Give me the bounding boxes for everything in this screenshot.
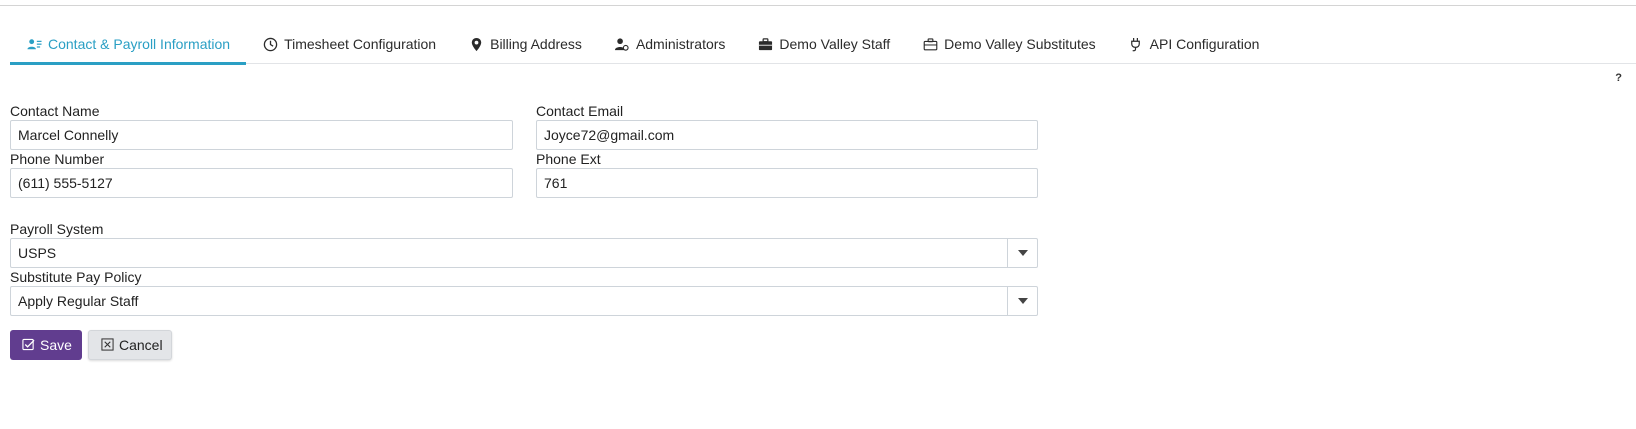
briefcase-icon [757,36,773,52]
tab-administrators[interactable]: Administrators [598,24,741,64]
save-button[interactable]: Save [10,330,82,360]
tab-timesheet-configuration[interactable]: Timesheet Configuration [246,24,452,64]
tab-demo-valley-substitutes[interactable]: Demo Valley Substitutes [906,24,1111,64]
save-label: Save [40,337,72,353]
tab-bar: Contact & Payroll Information Timesheet … [10,24,1636,65]
substitute-pay-policy-value: Apply Regular Staff [18,293,139,309]
tab-label: Contact & Payroll Information [48,36,231,52]
tab-label: Timesheet Configuration [284,36,437,52]
clock-icon [262,36,278,52]
substitute-pay-policy-select[interactable]: Apply Regular Staff [10,286,1038,316]
tab-billing-address[interactable]: Billing Address [452,24,598,64]
payroll-system-label: Payroll System [10,221,104,237]
user-admin-icon [614,36,630,52]
tab-label: Demo Valley Substitutes [944,36,1096,52]
phone-number-label: Phone Number [10,151,105,167]
contact-email-input[interactable]: Joyce72@gmail.com [536,120,1038,150]
tab-label: Administrators [635,36,726,52]
tab-api-configuration[interactable]: API Configuration [1112,24,1276,64]
contact-name-input[interactable]: Marcel Connelly [10,120,513,150]
checkbox-check-icon [22,338,35,352]
phone-ext-input[interactable]: 761 [536,168,1038,198]
phone-number-input[interactable]: (611) 555-5127 [10,168,513,198]
contact-name-label: Contact Name [10,103,100,119]
help-link[interactable]: ? [1615,72,1622,84]
close-box-icon [101,338,114,352]
chevron-down-icon[interactable] [1007,287,1037,315]
tab-label: Demo Valley Staff [779,36,891,52]
cancel-button[interactable]: Cancel [88,330,172,360]
contact-email-label: Contact Email [536,103,624,119]
phone-ext-label: Phone Ext [536,151,601,167]
plug-icon [1128,36,1144,52]
tab-label: Billing Address [490,36,582,52]
cancel-label: Cancel [119,337,163,353]
tab-label: API Configuration [1149,36,1260,52]
payroll-system-value: USPS [18,245,57,261]
tab-contact-payroll[interactable]: Contact & Payroll Information [10,24,247,65]
substitute-pay-policy-label: Substitute Pay Policy [10,269,142,285]
payroll-system-select[interactable]: USPS [10,238,1038,268]
top-divider [0,5,1636,6]
map-marker-icon [468,36,484,52]
tab-demo-valley-staff[interactable]: Demo Valley Staff [741,24,906,64]
chevron-down-icon[interactable] [1007,239,1037,267]
contact-card-icon [26,36,42,52]
briefcase-outline-icon [922,36,938,52]
